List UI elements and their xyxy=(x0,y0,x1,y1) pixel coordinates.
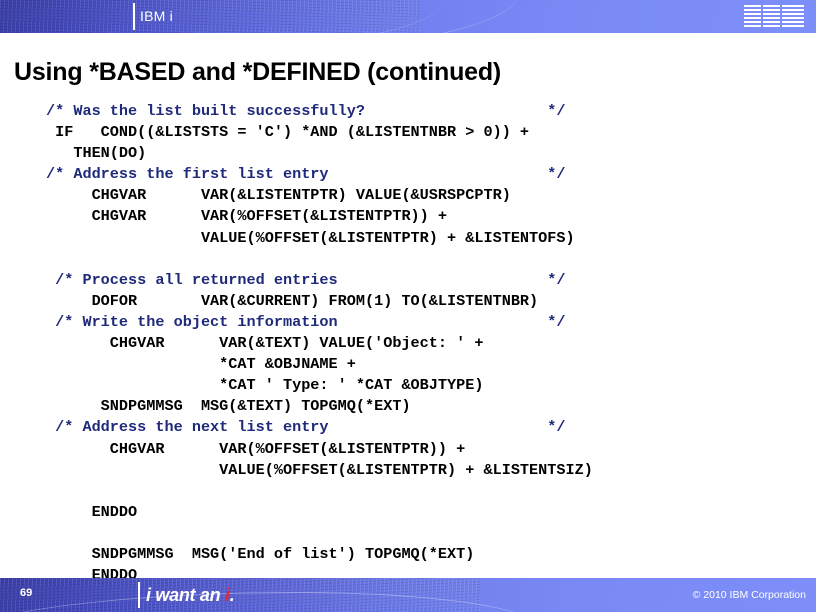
ibm-logo-icon xyxy=(744,5,810,28)
code-line: CHGVAR VAR(&TEXT) VALUE('Object: ' + xyxy=(46,334,484,353)
code-line: THEN(DO) xyxy=(46,144,147,163)
code-line: CHGVAR VAR(%OFFSET(&LISTENTPTR)) + xyxy=(46,207,448,226)
header-swoosh-decoration-secondary xyxy=(0,0,450,33)
code-line: *CAT ' Type: ' *CAT &OBJTYPE) xyxy=(46,376,484,395)
code-line: VALUE(%OFFSET(&LISTENTPTR) + &LISTENTOFS… xyxy=(46,228,575,247)
ibm-logo-glyph xyxy=(763,5,780,28)
copyright-notice: © 2010 IBM Corporation xyxy=(692,589,806,601)
code-line: /* Was the list built successfully? */ xyxy=(46,102,566,120)
header-divider-rule xyxy=(133,3,135,30)
code-line: /* Address the next list entry */ xyxy=(46,418,566,437)
page-number: 69 xyxy=(20,587,33,599)
tagline-prefix: i want an xyxy=(146,585,226,605)
footer-divider-rule xyxy=(138,582,140,608)
code-line: VALUE(%OFFSET(&LISTENTPTR) + &LISTENTSIZ… xyxy=(46,460,593,479)
page-title: Using *BASED and *DEFINED (continued) xyxy=(14,58,502,86)
code-block: /* Was the list built successfully? */ I… xyxy=(46,101,786,586)
code-line: *CAT &OBJNAME + xyxy=(46,355,356,374)
code-line: DOFOR VAR(&CURRENT) FROM(1) TO(&LISTENTN… xyxy=(46,291,539,310)
code-line: /* Address the first list entry */ xyxy=(46,165,566,184)
code-line: /* Process all returned entries */ xyxy=(46,270,566,289)
slide-header: IBM i xyxy=(0,0,816,33)
tagline-suffix: . xyxy=(229,585,235,605)
ibm-logo-glyph xyxy=(782,5,804,28)
code-line: SNDPGMMSG MSG('End of list') TOPGMQ(*EXT… xyxy=(46,544,475,563)
code-line: /* Write the object information */ xyxy=(46,312,566,331)
code-line: ENDDO xyxy=(46,502,138,521)
header-brand-label: IBM i xyxy=(140,8,173,24)
code-line: CHGVAR VAR(%OFFSET(&LISTENTPTR)) + xyxy=(46,439,466,458)
footer-tagline: i want an i. xyxy=(146,585,235,606)
ibm-logo-glyph xyxy=(744,5,761,28)
code-line: IF COND((&LISTSTS = 'C') *AND (&LISTENTN… xyxy=(46,123,530,142)
code-line: SNDPGMMSG MSG(&TEXT) TOPGMQ(*EXT) xyxy=(46,397,411,416)
code-line: CHGVAR VAR(&LISTENTPTR) VALUE(&USRSPCPTR… xyxy=(46,186,511,205)
slide-footer: 69 i want an i. © 2010 IBM Corporation xyxy=(0,578,816,612)
